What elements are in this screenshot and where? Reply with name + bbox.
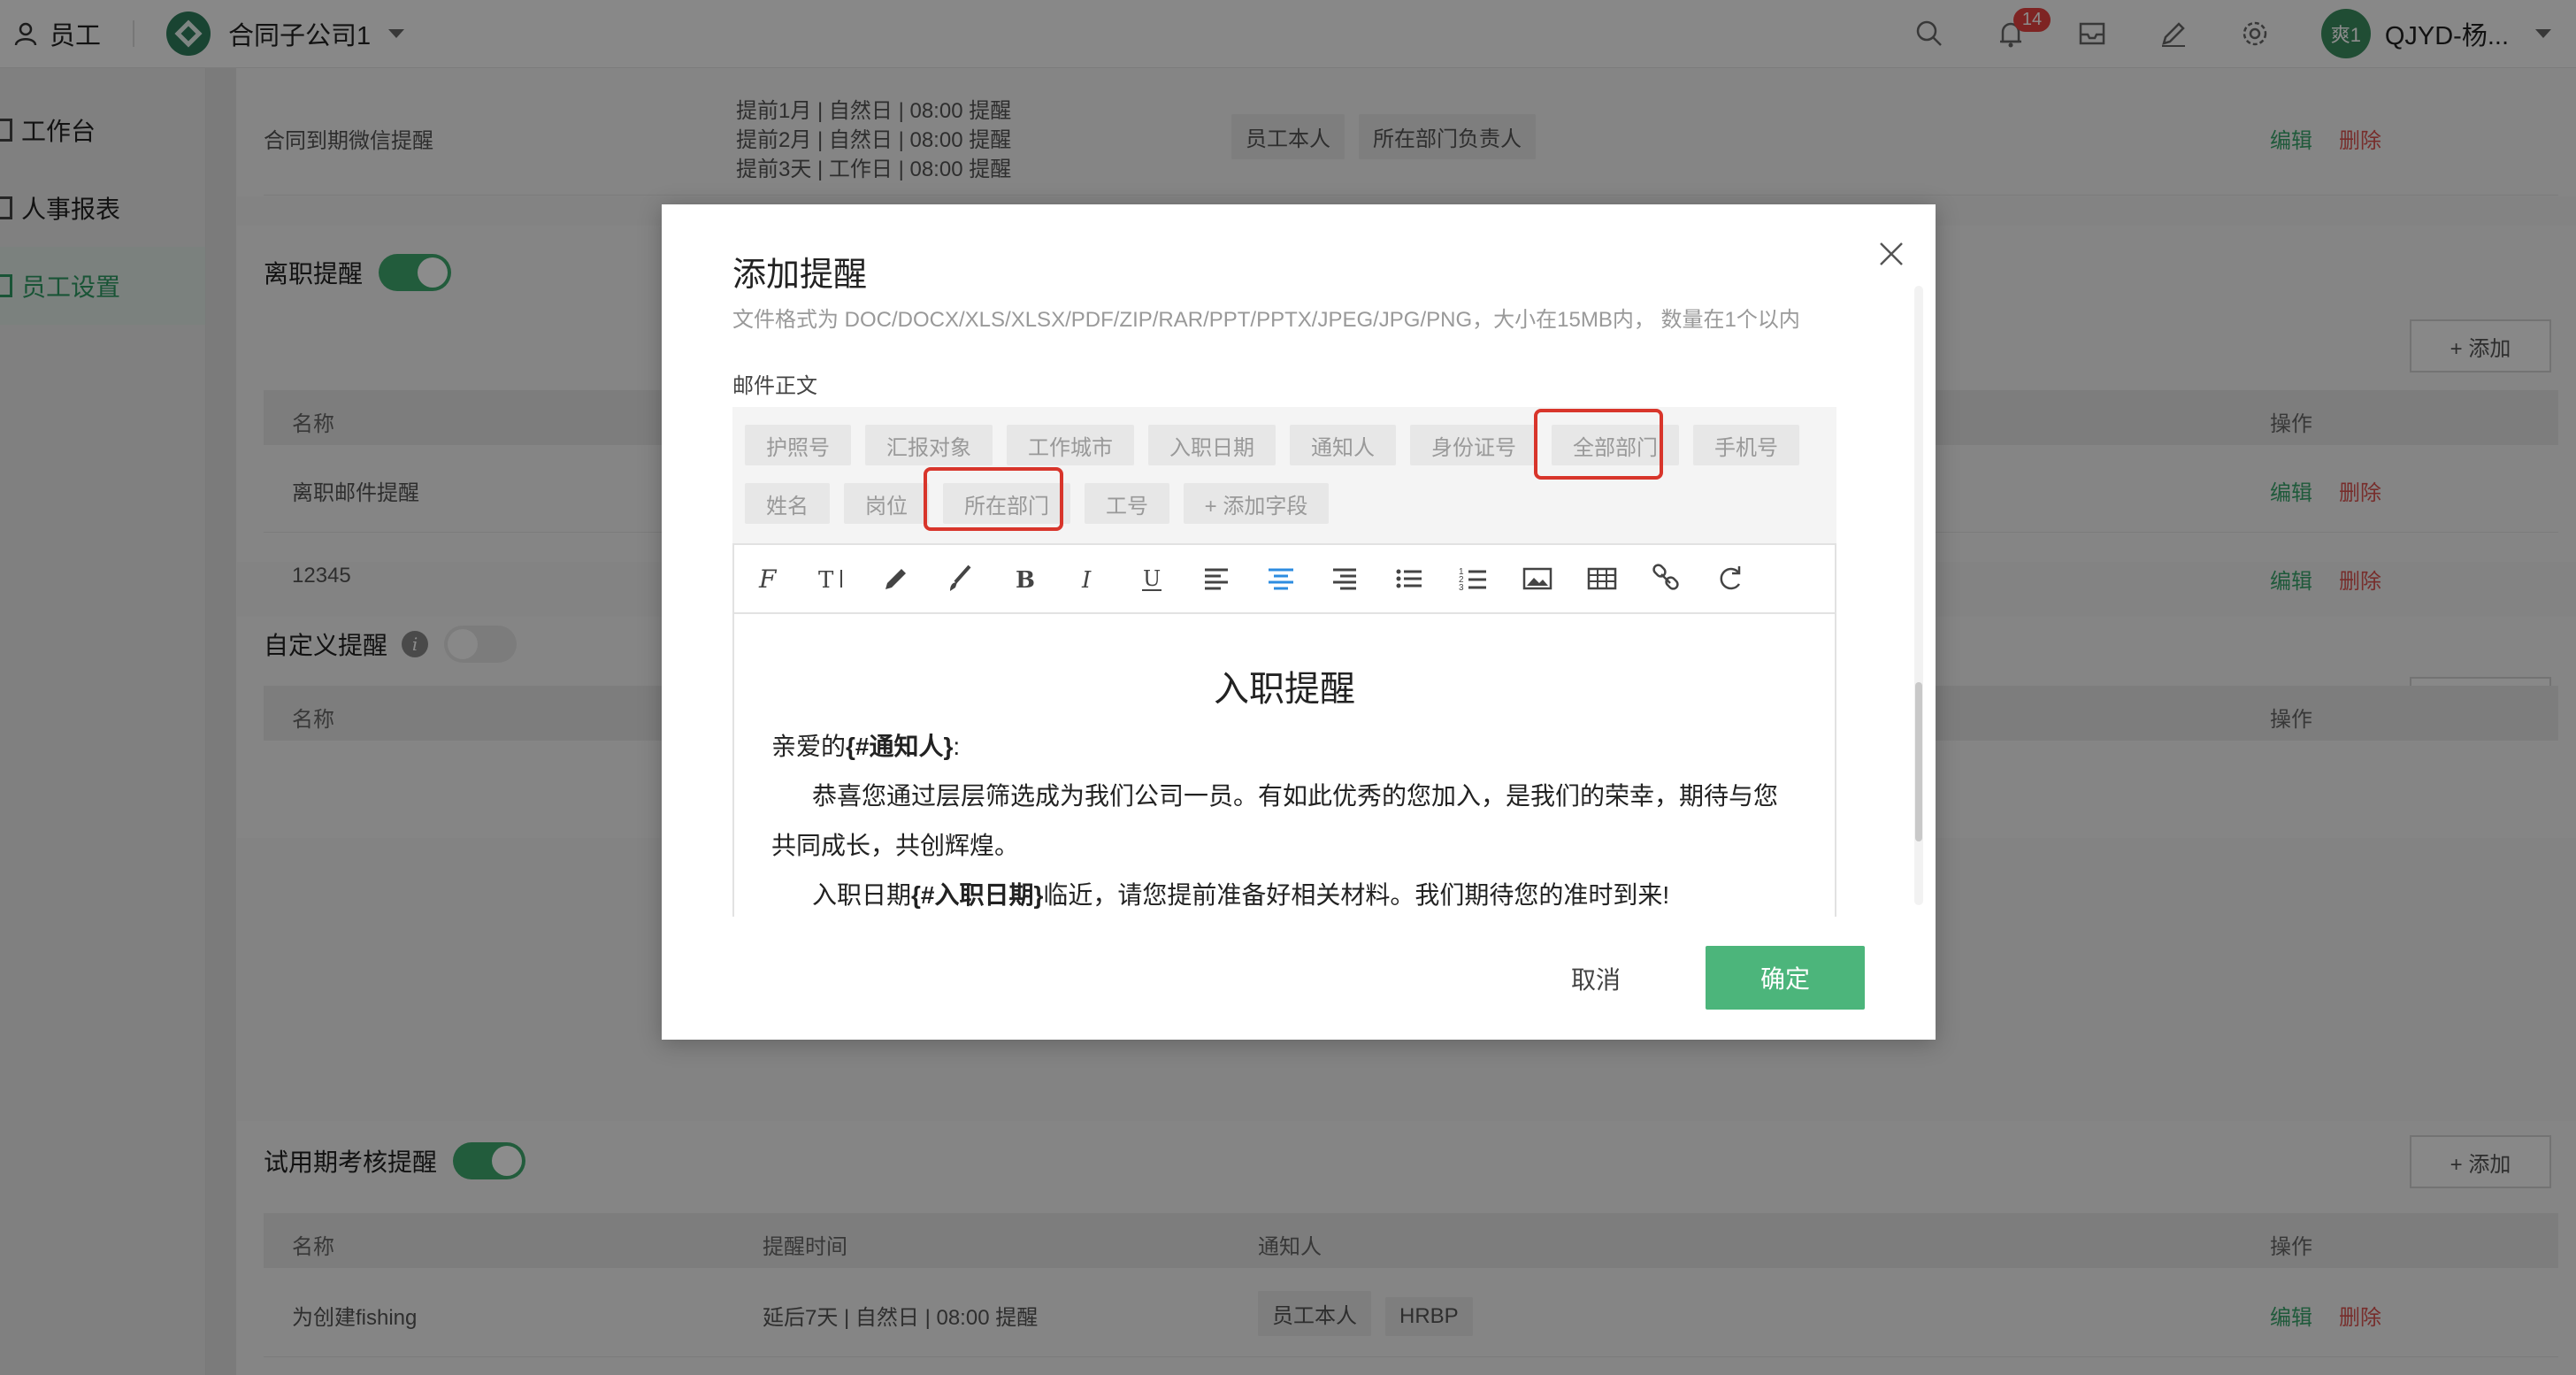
editor-greeting: 亲爱的{#通知人}:	[771, 727, 960, 763]
refresh-icon[interactable]	[1713, 561, 1748, 596]
align-left-icon[interactable]	[1200, 561, 1235, 596]
font-size-icon[interactable]: T	[815, 561, 850, 596]
field-chip-passport[interactable]: 护照号	[745, 425, 851, 465]
field-chip-position[interactable]: 岗位	[844, 483, 929, 524]
field-chips-panel: 护照号 汇报对象 工作城市 入职日期 通知人 身份证号 全部部门 手机号 姓名 …	[732, 407, 1836, 543]
align-center-icon[interactable]	[1263, 561, 1299, 596]
highlight-box	[1534, 409, 1663, 480]
add-field-button[interactable]: + 添加字段	[1184, 483, 1329, 524]
cancel-button[interactable]: 取消	[1571, 961, 1621, 996]
italic-icon[interactable]: I	[1071, 561, 1107, 596]
image-icon[interactable]	[1520, 561, 1555, 596]
editor-paragraph: 恭喜您通过层层筛选成为我们公司一员。有如此优秀的您加入，是我们的荣幸，期待与您	[812, 782, 1779, 810]
field-chip-employee-no[interactable]: 工号	[1085, 483, 1169, 524]
variable-hire-date: {#入职日期}	[911, 881, 1044, 909]
greeting-colon: :	[953, 733, 961, 760]
file-format-hint: 文件格式为 DOC/DOCX/XLS/XLSX/PDF/ZIP/RAR/PPT/…	[732, 308, 1800, 332]
brush-icon[interactable]	[943, 561, 978, 596]
highlight-box	[924, 467, 1063, 531]
field-chip-report-to[interactable]: 汇报对象	[865, 425, 993, 465]
confirm-button[interactable]: 确定	[1706, 946, 1865, 1010]
para-text: 入职日期	[812, 881, 912, 909]
editor-heading: 入职提醒	[1214, 670, 1355, 709]
field-chip-phone[interactable]: 手机号	[1693, 425, 1799, 465]
table-icon[interactable]	[1584, 561, 1620, 596]
svg-text:F: F	[758, 565, 778, 594]
bullet-list-icon[interactable]	[1392, 561, 1427, 596]
scrollbar-thumb[interactable]	[1915, 682, 1922, 841]
field-chip-id-number[interactable]: 身份证号	[1410, 425, 1537, 465]
greeting-text: 亲爱的	[771, 733, 847, 760]
variable-notifier: {#通知人}	[846, 733, 954, 760]
svg-text:U: U	[1143, 566, 1161, 591]
field-chip-name[interactable]: 姓名	[745, 483, 830, 524]
svg-text:B: B	[1016, 567, 1035, 594]
svg-text:I: I	[1081, 567, 1092, 594]
dialog-title: 添加提醒	[732, 257, 868, 294]
svg-text:3: 3	[1459, 583, 1464, 593]
close-icon[interactable]	[1874, 236, 1909, 272]
editor-toolbar: F T B I U 123	[732, 543, 1836, 614]
align-right-icon[interactable]	[1328, 561, 1363, 596]
field-chip-work-city[interactable]: 工作城市	[1007, 425, 1134, 465]
editor-paragraph: 共同成长，共创辉煌。	[771, 832, 1020, 859]
add-reminder-dialog: 添加提醒 文件格式为 DOC/DOCX/XLS/XLSX/PDF/ZIP/RAR…	[662, 204, 1936, 1040]
numbered-list-icon[interactable]: 123	[1456, 561, 1491, 596]
para-text: 临近，请您提前准备好相关材料。我们期待您的准时到来!	[1043, 881, 1670, 909]
pen-icon[interactable]	[878, 561, 914, 596]
svg-text:T: T	[818, 567, 834, 594]
email-body-editor[interactable]: 入职提醒 亲爱的{#通知人}: 恭喜您通过层层筛选成为我们公司一员。有如此优秀的…	[732, 614, 1836, 917]
field-chip-hire-date[interactable]: 入职日期	[1148, 425, 1276, 465]
link-icon[interactable]	[1648, 561, 1683, 596]
underline-icon[interactable]: U	[1135, 561, 1170, 596]
bold-icon[interactable]: B	[1007, 561, 1042, 596]
email-body-label: 邮件正文	[732, 374, 817, 398]
field-chip-notifier[interactable]: 通知人	[1290, 425, 1396, 465]
font-family-icon[interactable]: F	[750, 561, 786, 596]
editor-paragraph: 入职日期{#入职日期}临近，请您提前准备好相关材料。我们期待您的准时到来!	[812, 876, 1669, 911]
